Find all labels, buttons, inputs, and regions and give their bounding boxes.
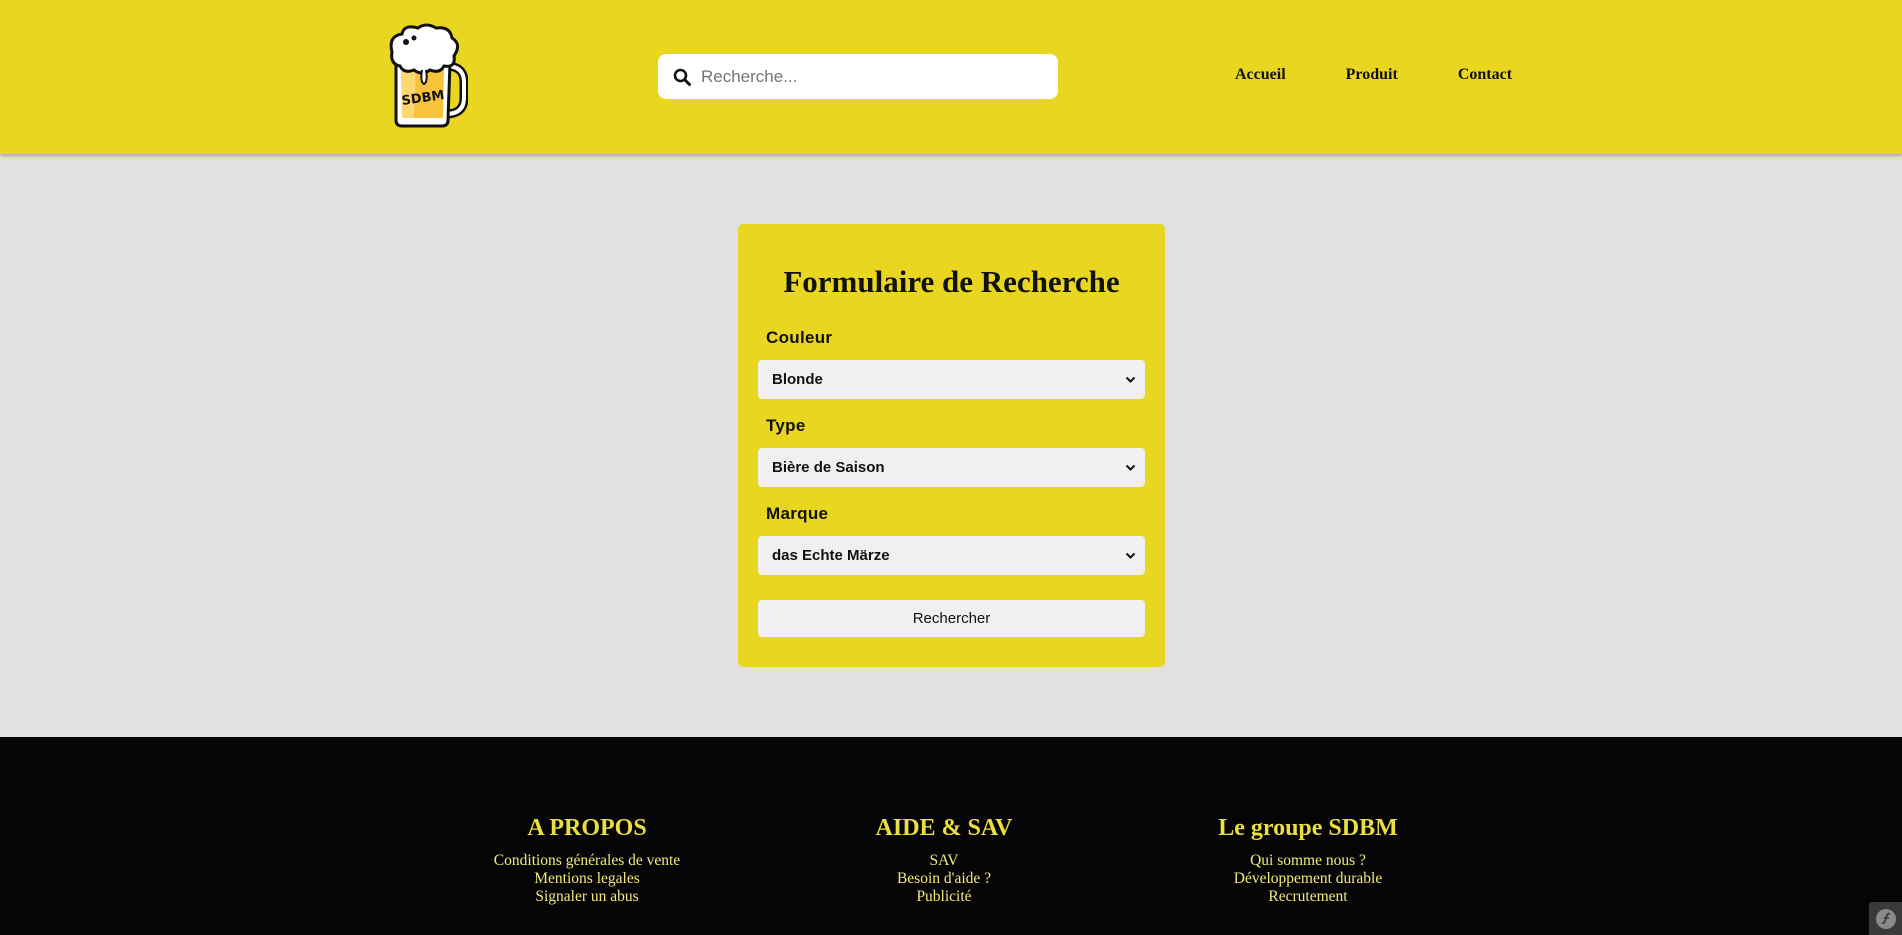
symfony-icon <box>1875 908 1896 929</box>
search-bar[interactable] <box>658 54 1058 99</box>
marque-select[interactable]: das Echte Märze <box>758 536 1145 575</box>
couleur-select-value: Blonde <box>772 371 823 388</box>
footer-link-signaler-abus[interactable]: Signaler un abus <box>437 888 737 906</box>
footer-column-title: Le groupe SDBM <box>1218 815 1398 841</box>
site-header: SDBM Accueil Produit Contact <box>0 0 1902 154</box>
marque-label: Marque <box>766 504 829 523</box>
couleur-label: Couleur <box>766 328 833 347</box>
footer-column-groupe-sdbm: Le groupe SDBM Qui somme nous ? Développ… <box>1158 815 1458 906</box>
type-select[interactable]: Bière de Saison <box>758 448 1145 487</box>
search-icon[interactable] <box>673 68 691 86</box>
footer-link-recrutement[interactable]: Recrutement <box>1158 888 1458 906</box>
footer-link-sav[interactable]: SAV <box>794 852 1094 870</box>
chevron-down-icon <box>1125 552 1136 559</box>
chevron-down-icon <box>1125 376 1136 383</box>
main-nav: Accueil Produit Contact <box>1235 66 1512 84</box>
type-select-value: Bière de Saison <box>772 459 885 476</box>
footer-link-qui-sommes-nous[interactable]: Qui somme nous ? <box>1158 852 1458 870</box>
chevron-down-icon <box>1125 464 1136 471</box>
site-footer: A PROPOS Conditions générales de vente M… <box>0 737 1902 935</box>
nav-contact[interactable]: Contact <box>1458 66 1512 84</box>
footer-link-besoin-aide[interactable]: Besoin d'aide ? <box>794 870 1094 888</box>
nav-accueil[interactable]: Accueil <box>1235 66 1286 84</box>
footer-column-title: AIDE & SAV <box>875 815 1013 841</box>
footer-link-publicite[interactable]: Publicité <box>794 888 1094 906</box>
beer-mug-logo[interactable]: SDBM <box>386 22 469 130</box>
search-form-card: Formulaire de Recherche Couleur Blonde T… <box>738 224 1165 667</box>
footer-link-developpement-durable[interactable]: Développement durable <box>1158 870 1458 888</box>
footer-link-mentions-legales[interactable]: Mentions legales <box>437 870 737 888</box>
footer-column-a-propos: A PROPOS Conditions générales de vente M… <box>437 815 737 906</box>
search-input[interactable] <box>701 66 1041 87</box>
marque-select-value: das Echte Märze <box>772 547 890 564</box>
nav-produit[interactable]: Produit <box>1346 66 1398 84</box>
form-title: Formulaire de Recherche <box>783 264 1120 299</box>
symfony-toolbar-toggle[interactable] <box>1869 902 1902 935</box>
footer-column-title: A PROPOS <box>527 815 647 841</box>
rechercher-button[interactable]: Rechercher <box>758 600 1145 637</box>
couleur-select[interactable]: Blonde <box>758 360 1145 399</box>
footer-column-aide-sav: AIDE & SAV SAV Besoin d'aide ? Publicité <box>794 815 1094 906</box>
type-label: Type <box>766 416 806 435</box>
footer-link-cgv[interactable]: Conditions générales de vente <box>437 852 737 870</box>
